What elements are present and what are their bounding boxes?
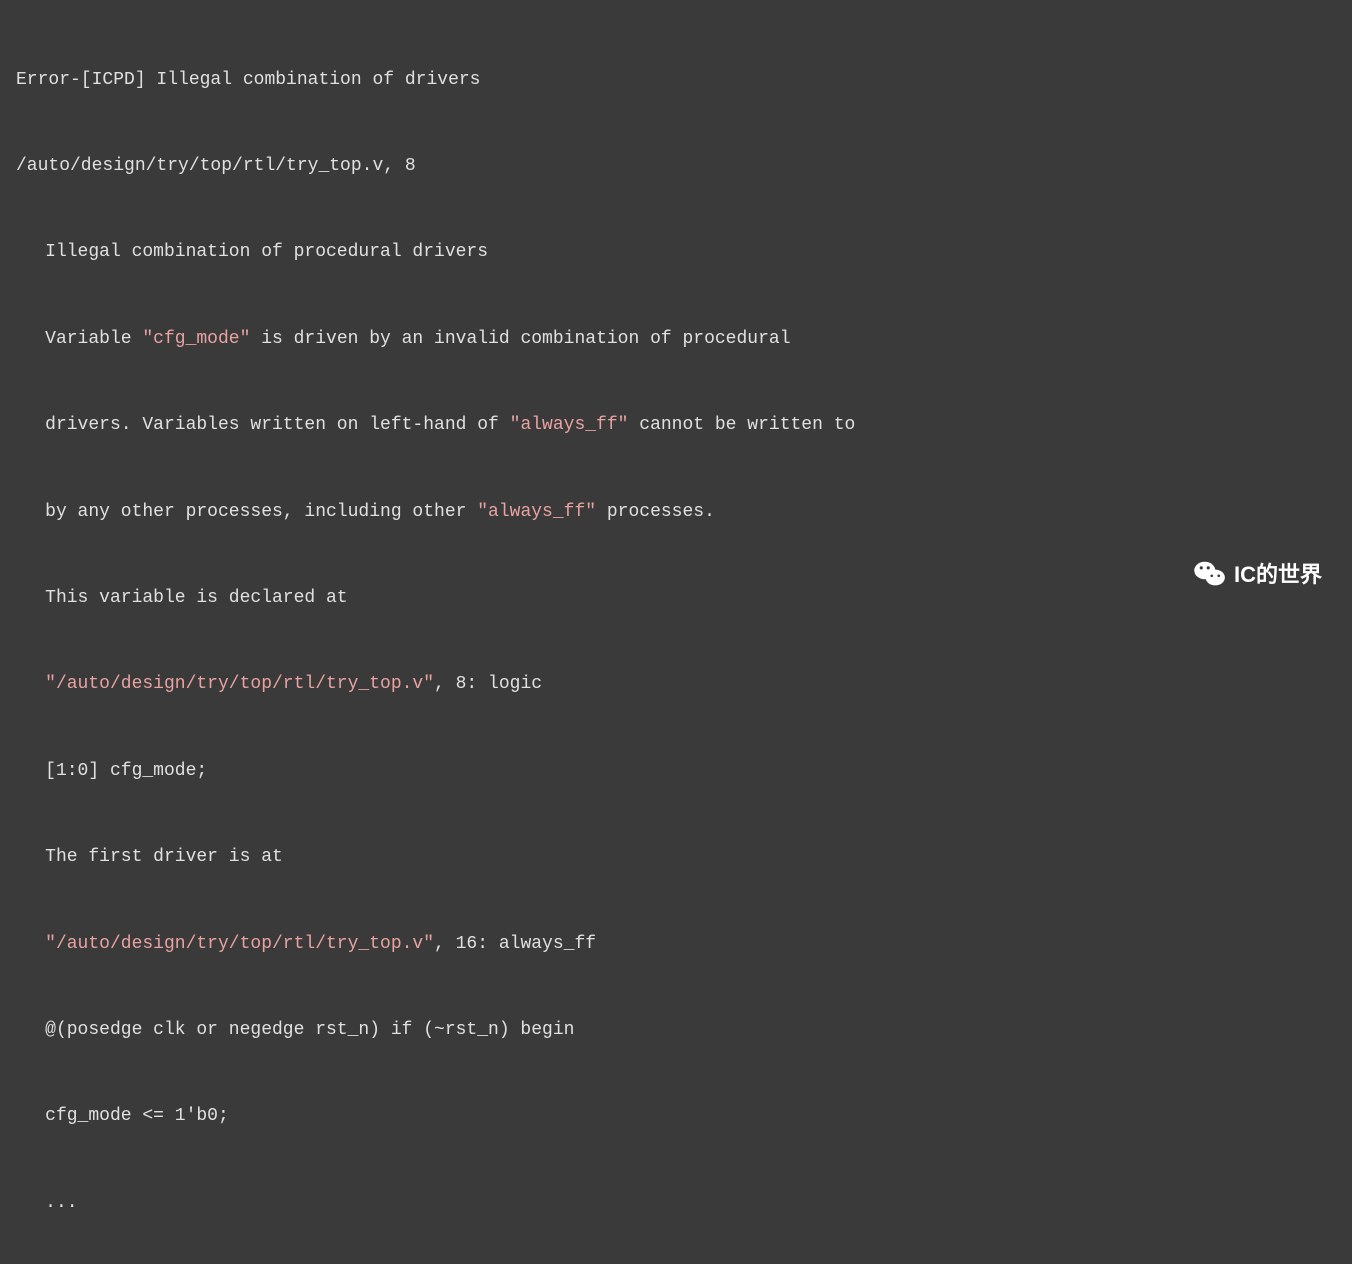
keyword-always-ff: "always_ff" bbox=[510, 415, 629, 435]
watermark: IC的世界 bbox=[1194, 557, 1322, 592]
error-message-1: Illegal combination of procedural driver… bbox=[16, 238, 1336, 267]
wechat-icon bbox=[1194, 560, 1226, 588]
text-segment: , 16: always_ff bbox=[434, 934, 596, 954]
terminal-output: Error-[ICPD] Illegal combination of driv… bbox=[16, 8, 1336, 1264]
text-segment: is driven by an invalid combination of p… bbox=[250, 329, 790, 349]
error-message-4: by any other processes, including other … bbox=[16, 498, 1336, 527]
variable-name: "cfg_mode" bbox=[142, 329, 250, 349]
text-segment: by any other processes, including other bbox=[45, 502, 477, 522]
text-segment: processes. bbox=[596, 502, 715, 522]
file-path: "/auto/design/try/top/rtl/try_top.v" bbox=[45, 674, 434, 694]
error-message-5: This variable is declared at bbox=[16, 584, 1336, 613]
text-segment: cannot be written to bbox=[628, 415, 855, 435]
error-header: Error-[ICPD] Illegal combination of driv… bbox=[16, 66, 1336, 95]
error-file-line: /auto/design/try/top/rtl/try_top.v, 8 bbox=[16, 152, 1336, 181]
ellipsis: ... bbox=[16, 1189, 1336, 1218]
text-segment: Variable bbox=[45, 329, 142, 349]
error-message-2: Variable "cfg_mode" is driven by an inva… bbox=[16, 325, 1336, 354]
code-line-1: @(posedge clk or negedge rst_n) if (~rst… bbox=[16, 1016, 1336, 1045]
keyword-always-ff: "always_ff" bbox=[477, 502, 596, 522]
watermark-text: IC的世界 bbox=[1234, 557, 1322, 592]
error-message-3: drivers. Variables written on left-hand … bbox=[16, 411, 1336, 440]
file-path: "/auto/design/try/top/rtl/try_top.v" bbox=[45, 934, 434, 954]
text-segment: drivers. Variables written on left-hand … bbox=[45, 415, 509, 435]
declaration-path: "/auto/design/try/top/rtl/try_top.v", 8:… bbox=[16, 670, 1336, 699]
first-driver-path: "/auto/design/try/top/rtl/try_top.v", 16… bbox=[16, 930, 1336, 959]
declaration-code: [1:0] cfg_mode; bbox=[16, 757, 1336, 786]
first-driver-label: The first driver is at bbox=[16, 843, 1336, 872]
text-segment: , 8: logic bbox=[434, 674, 542, 694]
code-line-2: cfg_mode <= 1'b0; bbox=[16, 1102, 1336, 1131]
